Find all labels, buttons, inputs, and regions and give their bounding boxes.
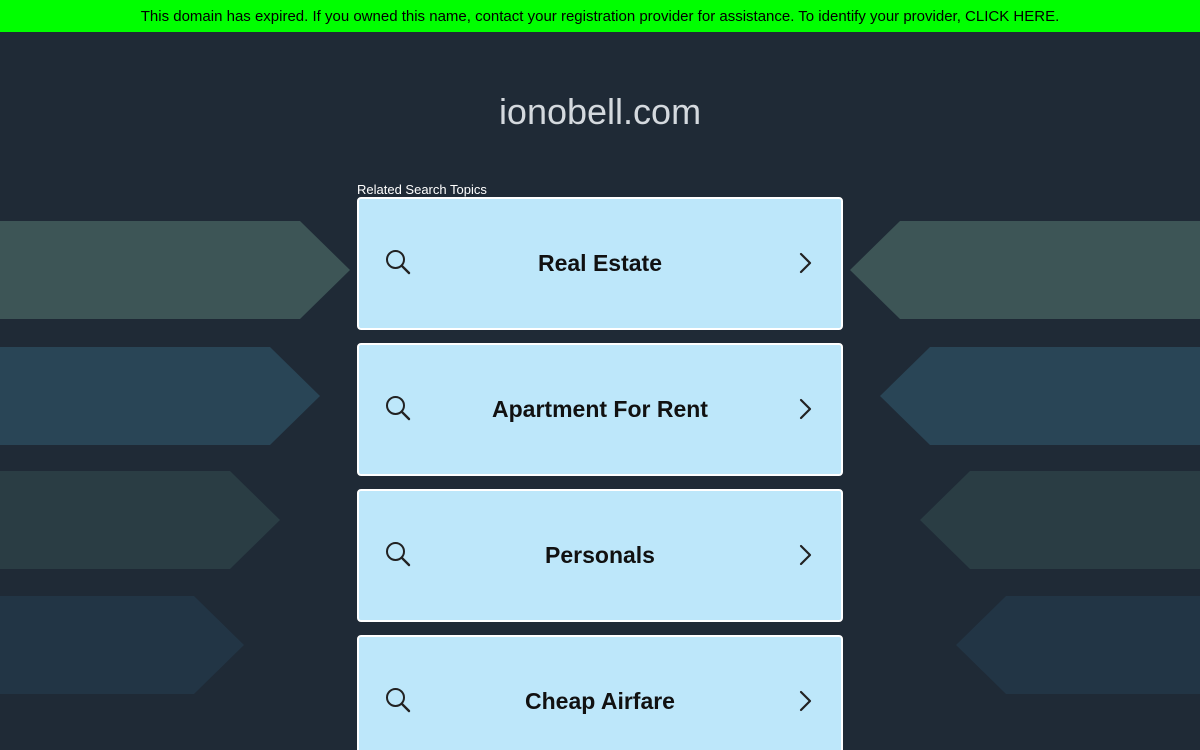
decorative-arrow-left bbox=[0, 471, 280, 569]
topic-label: Apartment For Rent bbox=[492, 396, 708, 422]
related-search-topics-label: Related Search Topics bbox=[357, 182, 487, 197]
topic-label: Personals bbox=[545, 542, 655, 568]
topic-link[interactable]: Cheap Airfare bbox=[357, 635, 843, 750]
banner-suffix: . bbox=[1055, 8, 1060, 25]
topic-link[interactable]: Personals bbox=[357, 489, 843, 622]
decorative-arrow-left bbox=[0, 221, 350, 319]
chevron-right-icon bbox=[799, 252, 812, 274]
related-topics-list: Real Estate Apartment For Rent Personals bbox=[357, 197, 843, 750]
decorative-arrow-right bbox=[850, 221, 1200, 319]
page: This domain has expired. If you owned th… bbox=[0, 0, 1200, 750]
chevron-right-icon bbox=[799, 690, 812, 712]
chevron-right-icon bbox=[799, 544, 812, 566]
click-here-link[interactable]: CLICK HERE bbox=[965, 8, 1055, 25]
topic-label: Real Estate bbox=[537, 250, 662, 276]
decorative-arrow-left bbox=[0, 347, 320, 445]
decorative-arrow-right bbox=[920, 471, 1200, 569]
topic-label: Cheap Airfare bbox=[525, 688, 675, 714]
domain-title: ionobell.com bbox=[498, 91, 702, 132]
expired-domain-banner: This domain has expired. If you owned th… bbox=[0, 0, 1200, 32]
topic-link[interactable]: Apartment For Rent bbox=[357, 343, 843, 476]
decorative-arrow-right bbox=[956, 596, 1200, 694]
chevron-right-icon bbox=[799, 398, 812, 420]
decorative-arrow-right bbox=[880, 347, 1200, 445]
banner-text: This domain has expired. If you owned th… bbox=[140, 8, 966, 25]
topic-link[interactable]: Real Estate bbox=[357, 197, 843, 330]
decorative-arrow-left bbox=[0, 596, 244, 694]
